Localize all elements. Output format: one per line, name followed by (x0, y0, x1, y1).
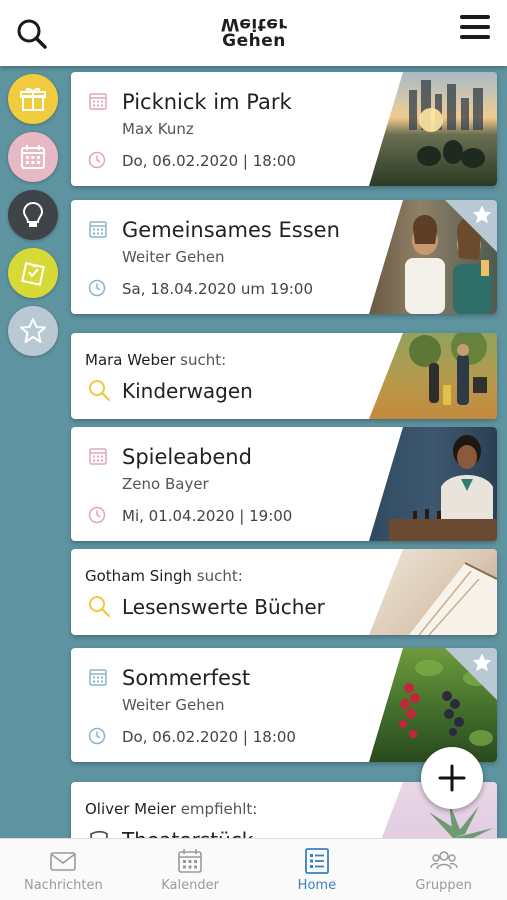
search-icon[interactable] (16, 18, 48, 50)
event-image (369, 427, 497, 541)
tab-nachrichten[interactable]: Nachrichten (0, 839, 127, 900)
note-filter-button[interactable] (8, 248, 58, 298)
star-icon (20, 318, 46, 343)
author-verb: empfiehlt: (180, 800, 258, 818)
home-list-icon (304, 848, 329, 874)
gift-filter-button[interactable] (8, 74, 58, 124)
calendar-icon (89, 93, 107, 110)
search-author: Mara Weber sucht: (85, 351, 226, 369)
search-card[interactable]: Gotham Singh sucht: Lesenswerte Bücher (71, 549, 497, 635)
event-title: Sommerfest (122, 666, 251, 690)
event-card[interactable]: Picknick im Park Max Kunz Do, 06.02.2020… (71, 72, 497, 186)
add-button[interactable] (421, 747, 483, 809)
category-filter-bar (8, 74, 58, 364)
event-date: Do, 06.02.2020 | 18:00 (122, 728, 296, 746)
idea-filter-button[interactable] (8, 190, 58, 240)
favorites-filter-button[interactable] (8, 306, 58, 356)
event-image (369, 72, 497, 186)
calendar-icon (178, 849, 202, 873)
event-title: Spieleabend (122, 445, 252, 469)
calendar-icon (89, 221, 107, 238)
clock-icon (88, 727, 106, 745)
logo-line1: Weiter (220, 14, 288, 34)
event-date: Do, 06.02.2020 | 18:00 (122, 152, 296, 170)
event-card[interactable]: Sommerfest Weiter Gehen Do, 06.02.2020 |… (71, 648, 497, 762)
mail-icon (50, 852, 77, 871)
tab-gruppen[interactable]: Gruppen (380, 839, 507, 900)
event-title: Picknick im Park (122, 90, 292, 114)
search-icon (89, 380, 111, 402)
search-author: Gotham Singh sucht: (85, 567, 243, 585)
clock-icon (88, 279, 106, 297)
lightbulb-icon (22, 201, 44, 227)
event-card[interactable]: Gemeinsames Essen Weiter Gehen Sa, 18.04… (71, 200, 497, 314)
hamburger-menu-icon[interactable] (460, 15, 492, 43)
recommend-author: Oliver Meier empfiehlt: (85, 800, 257, 818)
author-name: Gotham Singh (85, 567, 192, 585)
author-name: Mara Weber (85, 351, 176, 369)
app-logo[interactable]: Weiter Gehen (212, 14, 296, 52)
tab-label: Kalender (161, 878, 219, 893)
event-organizer: Weiter Gehen (122, 696, 225, 714)
event-card[interactable]: Spieleabend Zeno Bayer Mi, 01.04.2020 | … (71, 427, 497, 541)
star-icon (472, 205, 492, 224)
calendar-icon (89, 448, 107, 465)
event-organizer: Zeno Bayer (122, 475, 209, 493)
search-image (369, 549, 497, 635)
event-organizer: Weiter Gehen (122, 248, 225, 266)
plus-icon (438, 764, 466, 792)
tab-home[interactable]: Home (254, 839, 381, 900)
search-title: Kinderwagen (122, 379, 253, 403)
search-card[interactable]: Mara Weber sucht: Kinderwagen (71, 333, 497, 419)
tab-kalender[interactable]: Kalender (127, 839, 254, 900)
tab-label: Nachrichten (23, 878, 103, 893)
note-icon (21, 262, 45, 286)
search-title: Lesenswerte Bücher (122, 595, 325, 619)
author-name: Oliver Meier (85, 800, 176, 818)
search-image (369, 333, 497, 419)
tab-label: Gruppen (415, 878, 472, 893)
event-date: Mi, 01.04.2020 | 19:00 (122, 507, 293, 525)
logo-line2: Gehen (222, 31, 286, 51)
tab-label: Home (297, 878, 337, 893)
calendar-filter-button[interactable] (8, 132, 58, 182)
gift-icon (20, 87, 46, 111)
calendar-icon (21, 145, 45, 169)
clock-icon (88, 151, 106, 169)
clock-icon (88, 506, 106, 524)
calendar-icon (89, 669, 107, 686)
event-date: Sa, 18.04.2020 um 19:00 (122, 280, 314, 298)
bottom-tab-bar: Nachrichten Kalender Home Gruppen (0, 838, 507, 900)
event-title: Gemeinsames Essen (122, 218, 340, 242)
search-icon (89, 596, 111, 618)
group-icon (429, 851, 458, 870)
author-verb: sucht: (196, 567, 243, 585)
star-icon (472, 653, 492, 672)
app-header: Weiter Gehen (0, 0, 507, 66)
event-organizer: Max Kunz (122, 120, 194, 138)
author-verb: sucht: (180, 351, 227, 369)
